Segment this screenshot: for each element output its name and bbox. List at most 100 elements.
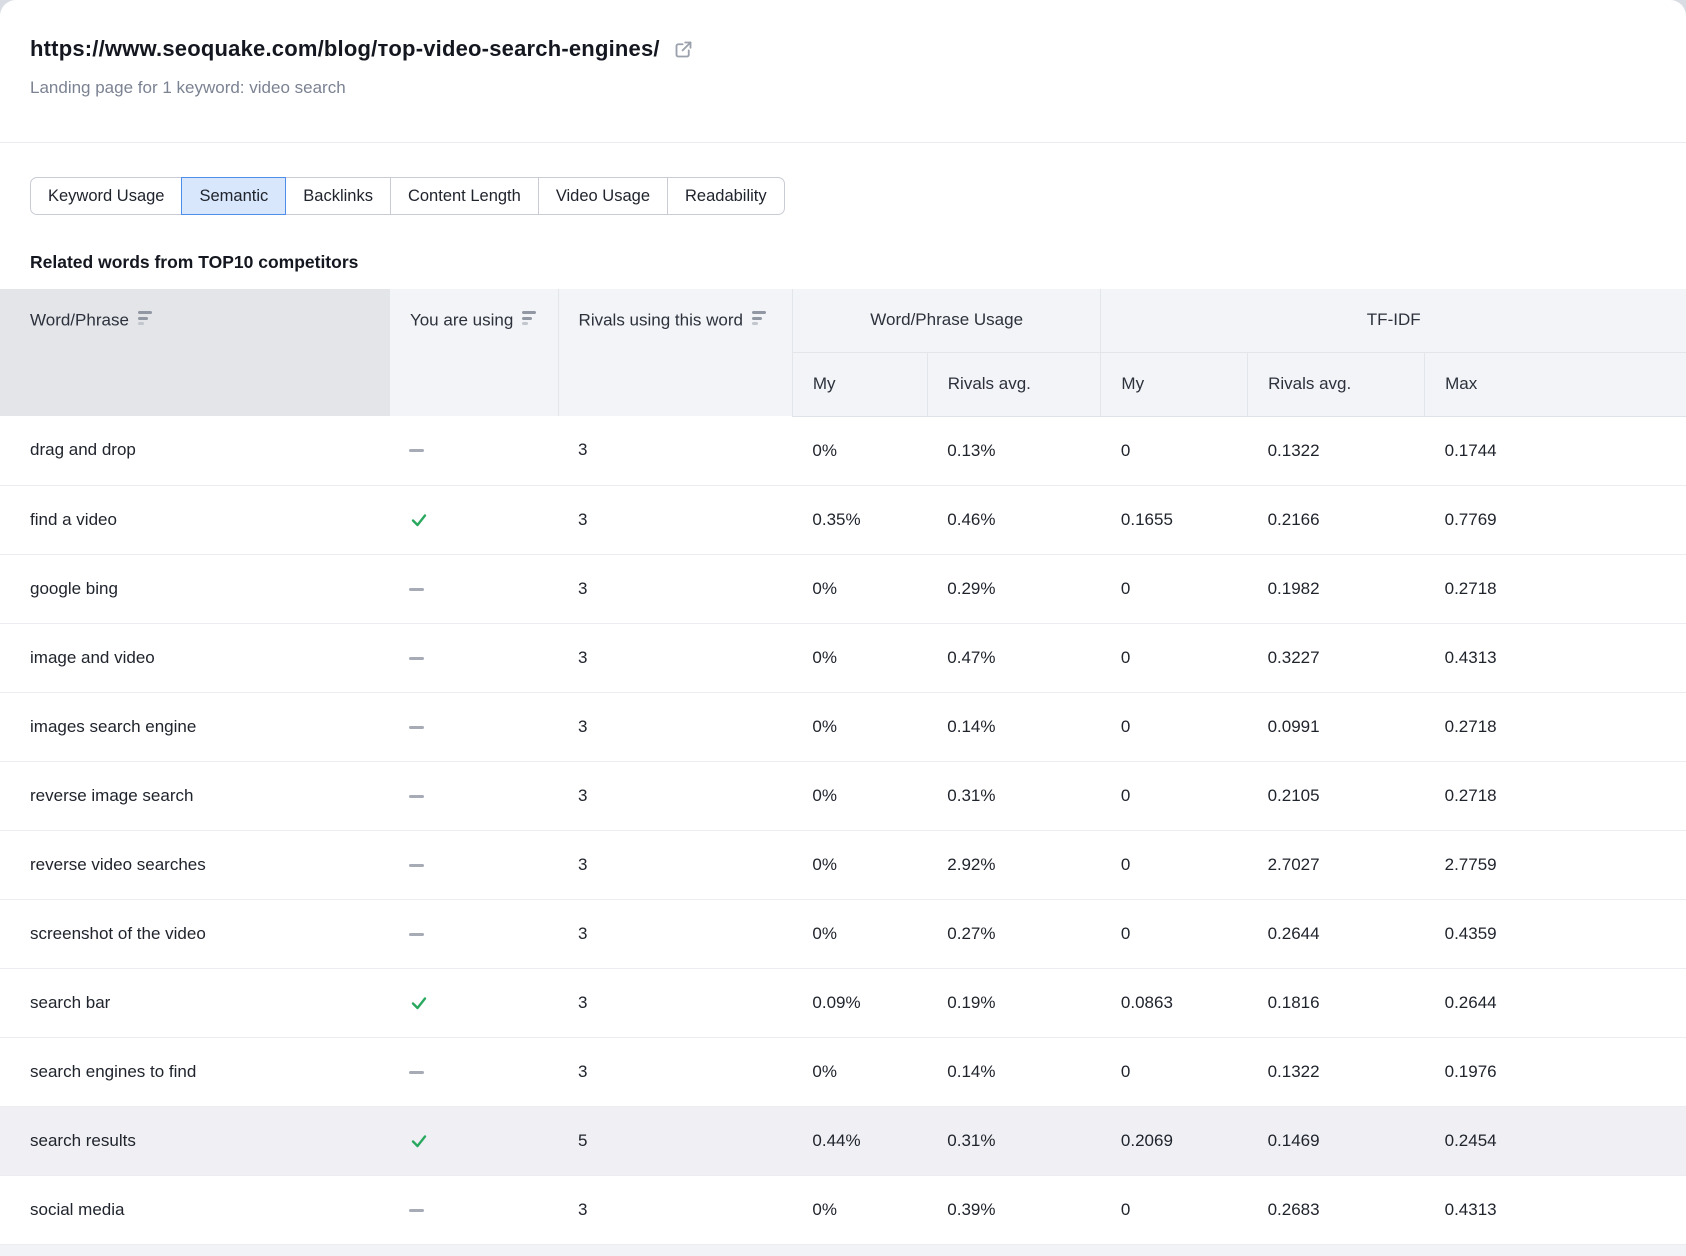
rivals-count-cell: 3 xyxy=(558,761,792,830)
table-row[interactable]: social media 3 0% 0.39% 0 0.2683 0.4313 xyxy=(0,1175,1686,1244)
dash-icon xyxy=(409,726,424,729)
tab-keyword-usage[interactable]: Keyword Usage xyxy=(30,177,182,215)
tfidf-my-cell: 0 xyxy=(1101,830,1248,899)
tab-readability[interactable]: Readability xyxy=(667,177,785,215)
you-are-using-cell xyxy=(389,554,558,623)
you-are-using-cell xyxy=(389,416,558,485)
dash-icon xyxy=(409,657,424,660)
tab-backlinks[interactable]: Backlinks xyxy=(285,177,391,215)
tab-semantic[interactable]: Semantic xyxy=(181,177,286,215)
word-phrase-cell: image and video xyxy=(0,623,389,692)
table-row[interactable]: reverse video searches 3 0% 2.92% 0 2.70… xyxy=(0,830,1686,899)
sort-icon[interactable] xyxy=(752,311,766,325)
usage-rivals-avg-cell: 0.46% xyxy=(927,485,1101,554)
you-are-using-cell xyxy=(389,968,558,1037)
table-row[interactable]: search results 5 0.44% 0.31% 0.2069 0.14… xyxy=(0,1106,1686,1175)
tab-content-length[interactable]: Content Length xyxy=(390,177,539,215)
tfidf-my-cell: 0 xyxy=(1101,1037,1248,1106)
usage-my-cell: 0% xyxy=(792,899,927,968)
tfidf-max-cell: 0.1976 xyxy=(1425,1037,1686,1106)
word-phrase-cell: drag and drop xyxy=(0,416,389,485)
sort-icon[interactable] xyxy=(522,311,536,325)
usage-my-cell: 0% xyxy=(792,623,927,692)
sort-icon[interactable] xyxy=(138,311,152,325)
word-phrase-cell: google bing xyxy=(0,554,389,623)
table-header: Word/Phrase You are using Rivals using t… xyxy=(0,289,1686,416)
table-row[interactable]: search engines to find 3 0% 0.14% 0 0.13… xyxy=(0,1037,1686,1106)
usage-rivals-avg-cell: 0.14% xyxy=(927,1037,1101,1106)
table-row[interactable]: google bing 3 0% 0.29% 0 0.1982 0.2718 xyxy=(0,554,1686,623)
rivals-count-cell: 3 xyxy=(558,968,792,1037)
column-header-word-phrase[interactable]: Word/Phrase xyxy=(0,289,389,416)
page-header: https://www.seoquake.com/blog/тop-video-… xyxy=(0,0,1686,98)
tfidf-rivals-avg-cell: 0.1469 xyxy=(1248,1106,1425,1175)
tfidf-rivals-avg-cell: 0.3227 xyxy=(1248,623,1425,692)
tfidf-my-cell: 0 xyxy=(1101,761,1248,830)
table-row[interactable]: screenshot of the video 3 0% 0.27% 0 0.2… xyxy=(0,899,1686,968)
tfidf-my-cell: 0.1655 xyxy=(1101,485,1248,554)
dash-icon xyxy=(409,588,424,591)
tfidf-rivals-avg-cell: 0.1982 xyxy=(1248,554,1425,623)
dash-icon xyxy=(409,795,424,798)
tfidf-max-cell: 0.2718 xyxy=(1425,554,1686,623)
tfidf-rivals-avg-cell: 0.1816 xyxy=(1248,968,1425,1037)
tfidf-my-cell: 0 xyxy=(1101,623,1248,692)
rivals-count-cell: 3 xyxy=(558,899,792,968)
table-row[interactable]: search bar 3 0.09% 0.19% 0.0863 0.1816 0… xyxy=(0,968,1686,1037)
tfidf-max-cell: 0.4359 xyxy=(1425,899,1686,968)
usage-rivals-avg-cell: 0.19% xyxy=(927,968,1101,1037)
rivals-count-cell: 3 xyxy=(558,416,792,485)
dash-icon xyxy=(409,449,424,452)
table-row[interactable]: drag and drop 3 0% 0.13% 0 0.1322 0.1744 xyxy=(0,416,1686,485)
tfidf-my-cell: 0 xyxy=(1101,1175,1248,1244)
word-phrase-cell: screenshot of the video xyxy=(0,899,389,968)
tfidf-max-cell: 0.4313 xyxy=(1425,1175,1686,1244)
table-row[interactable]: image and video 3 0% 0.47% 0 0.3227 0.43… xyxy=(0,623,1686,692)
column-header-you-are-using[interactable]: You are using xyxy=(389,289,558,416)
section-title: Related words from TOP10 competitors xyxy=(30,252,1656,272)
usage-rivals-avg-cell: 0.31% xyxy=(927,1106,1101,1175)
table-row[interactable]: find a video 3 0.35% 0.46% 0.1655 0.2166… xyxy=(0,485,1686,554)
usage-my-cell: 0% xyxy=(792,554,927,623)
rivals-count-cell: 5 xyxy=(558,1106,792,1175)
table-body: drag and drop 3 0% 0.13% 0 0.1322 0.1744… xyxy=(0,416,1686,1244)
tfidf-my-cell: 0 xyxy=(1101,554,1248,623)
you-are-using-cell xyxy=(389,623,558,692)
tfidf-rivals-avg-cell: 0.2683 xyxy=(1248,1175,1425,1244)
usage-my-cell: 0% xyxy=(792,1037,927,1106)
column-header-rivals-using[interactable]: Rivals using this word xyxy=(558,289,792,416)
tfidf-max-cell: 0.2718 xyxy=(1425,761,1686,830)
tfidf-max-cell: 0.1744 xyxy=(1425,416,1686,485)
tfidf-rivals-avg-cell: 0.1322 xyxy=(1248,416,1425,485)
group-header-word-phrase-usage: Word/Phrase Usage xyxy=(792,289,1101,352)
word-phrase-cell: reverse image search xyxy=(0,761,389,830)
usage-my-cell: 0% xyxy=(792,830,927,899)
url-row: https://www.seoquake.com/blog/тop-video-… xyxy=(30,36,1656,62)
sub-header-usage-my: My xyxy=(792,352,927,416)
usage-my-cell: 0% xyxy=(792,692,927,761)
header-divider xyxy=(0,142,1686,143)
tfidf-rivals-avg-cell: 0.2166 xyxy=(1248,485,1425,554)
tfidf-max-cell: 0.7769 xyxy=(1425,485,1686,554)
you-are-using-cell xyxy=(389,485,558,554)
word-phrase-cell: search results xyxy=(0,1106,389,1175)
partial-next-row xyxy=(0,1245,1686,1256)
rivals-count-cell: 3 xyxy=(558,692,792,761)
tfidf-rivals-avg-cell: 2.7027 xyxy=(1248,830,1425,899)
page-subtitle: Landing page for 1 keyword: video search xyxy=(30,78,1656,98)
related-words-table: Word/Phrase You are using Rivals using t… xyxy=(0,289,1686,1245)
table-row[interactable]: reverse image search 3 0% 0.31% 0 0.2105… xyxy=(0,761,1686,830)
group-header-tf-idf: TF-IDF xyxy=(1101,289,1686,352)
sub-header-tfidf-my: My xyxy=(1101,352,1248,416)
check-icon xyxy=(409,510,429,530)
rivals-count-cell: 3 xyxy=(558,485,792,554)
word-phrase-cell: social media xyxy=(0,1175,389,1244)
tfidf-rivals-avg-cell: 0.2105 xyxy=(1248,761,1425,830)
rivals-count-cell: 3 xyxy=(558,1037,792,1106)
tab-video-usage[interactable]: Video Usage xyxy=(538,177,668,215)
sub-header-tfidf-max: Max xyxy=(1425,352,1686,416)
tfidf-max-cell: 2.7759 xyxy=(1425,830,1686,899)
external-link-icon[interactable] xyxy=(673,39,694,60)
table-row[interactable]: images search engine 3 0% 0.14% 0 0.0991… xyxy=(0,692,1686,761)
page-card: https://www.seoquake.com/blog/тop-video-… xyxy=(0,0,1686,1256)
